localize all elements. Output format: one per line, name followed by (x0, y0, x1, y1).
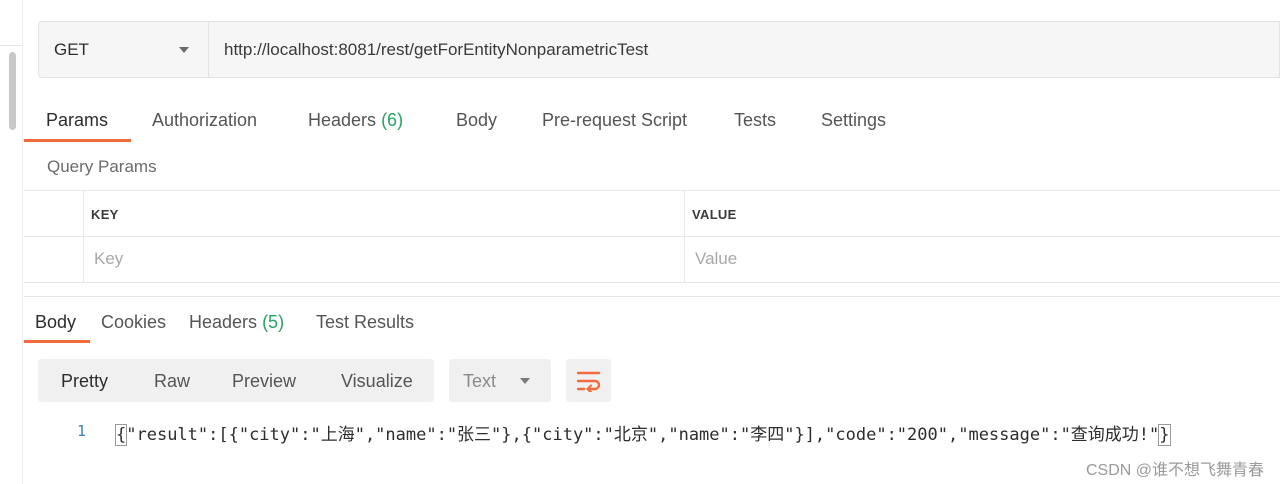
tab-authorization[interactable]: Authorization (152, 110, 257, 131)
response-tab-test-results[interactable]: Test Results (316, 312, 414, 333)
tab-tests[interactable]: Tests (734, 110, 776, 131)
column-header-key: KEY (91, 207, 119, 222)
response-divider (24, 296, 1280, 297)
active-tab-indicator (24, 139, 131, 142)
format-label: Text (463, 371, 497, 391)
response-tab-headers[interactable]: Headers (5) (189, 312, 284, 333)
response-tab-cookies[interactable]: Cookies (101, 312, 166, 333)
response-headers-count: (5) (262, 312, 285, 332)
tab-headers[interactable]: Headers (6) (308, 110, 403, 131)
column-header-value: VALUE (692, 207, 737, 222)
sidebar-scrollbar-thumb[interactable] (9, 52, 16, 130)
request-url-bar: GET http://localhost:8081/rest/getForEnt… (38, 21, 1280, 78)
tab-pre-request-script[interactable]: Pre-request Script (542, 110, 687, 131)
query-params-table: KEY VALUE Key Value (24, 190, 1280, 283)
view-mode-visualize[interactable]: Visualize (341, 371, 413, 392)
key-input[interactable]: Key (94, 249, 123, 269)
method-label: GET (54, 40, 89, 59)
tab-body[interactable]: Body (456, 110, 497, 131)
line-number: 1 (77, 422, 87, 440)
left-sidebar-strip (0, 0, 23, 484)
table-column-divider (684, 191, 685, 282)
chevron-down-icon (520, 378, 530, 384)
headers-count: (6) (381, 110, 404, 130)
view-mode-preview[interactable]: Preview (232, 371, 296, 392)
response-body-editor[interactable]: 1 {"result":[{"city":"上海","name":"张三"},{… (0, 420, 1280, 446)
view-mode-pretty[interactable]: Pretty (61, 371, 108, 392)
chevron-down-icon (179, 47, 189, 53)
wrap-lines-icon (577, 371, 601, 392)
value-input[interactable]: Value (695, 249, 737, 269)
view-mode-raw[interactable]: Raw (154, 371, 190, 392)
format-dropdown[interactable]: Text (449, 359, 551, 402)
view-mode-selector: Pretty Raw Preview Visualize (38, 359, 434, 402)
sidebar-divider (0, 45, 22, 46)
tab-settings[interactable]: Settings (821, 110, 886, 131)
response-active-tab-indicator (24, 340, 90, 343)
wrap-lines-button[interactable] (566, 359, 611, 402)
table-row-divider (24, 236, 1280, 237)
response-json[interactable]: {"result":[{"city":"上海","name":"张三"},{"c… (114, 420, 1171, 446)
response-json-content: "result":[{"city":"上海","name":"张三"},{"ci… (126, 425, 1160, 445)
tab-params[interactable]: Params (46, 110, 108, 131)
table-column-divider (83, 191, 84, 282)
watermark: CSDN @谁不想飞舞青春 (1085, 462, 1264, 479)
response-tab-body[interactable]: Body (35, 312, 76, 333)
open-brace: { (114, 424, 128, 446)
close-brace: } (1158, 424, 1171, 446)
query-params-title: Query Params (47, 157, 157, 176)
method-selector[interactable]: GET (39, 22, 209, 77)
url-input[interactable]: http://localhost:8081/rest/getForEntityN… (224, 40, 648, 60)
